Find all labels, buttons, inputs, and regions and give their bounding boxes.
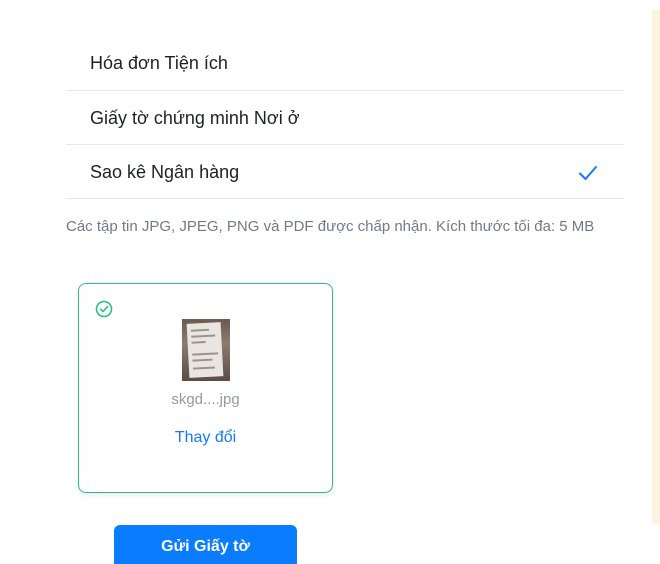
doc-option-label: Sao kê Ngân hàng	[90, 162, 240, 182]
change-file-link[interactable]: Thay đổi	[79, 429, 332, 447]
accepted-files-hint: Các tập tin JPG, JPEG, PNG và PDF được c…	[66, 218, 595, 235]
checkmark-icon	[579, 166, 597, 180]
doc-option-label: Hóa đơn Tiện ích	[90, 53, 228, 73]
side-panel-edge	[652, 10, 660, 524]
file-name: skgd....jpg	[171, 391, 240, 408]
submit-documents-button[interactable]: Gửi Giấy tờ	[114, 525, 297, 564]
doc-option-bank-statement[interactable]: Sao kê Ngân hàng	[66, 145, 624, 199]
doc-option-proof-of-residence[interactable]: Giấy tờ chứng minh Nơi ở	[66, 91, 624, 145]
document-type-list: Hóa đơn Tiện ích Giấy tờ chứng minh Nơi …	[66, 36, 624, 199]
doc-option-utility-bill[interactable]: Hóa đơn Tiện ích	[66, 36, 624, 91]
file-thumbnail	[182, 319, 230, 381]
document-upload-page: Hóa đơn Tiện ích Giấy tờ chứng minh Nơi …	[0, 0, 660, 564]
uploaded-file-card: skgd....jpg Thay đổi	[78, 283, 333, 493]
doc-option-label: Giấy tờ chứng minh Nơi ở	[90, 108, 300, 128]
check-circle-icon	[95, 300, 113, 318]
